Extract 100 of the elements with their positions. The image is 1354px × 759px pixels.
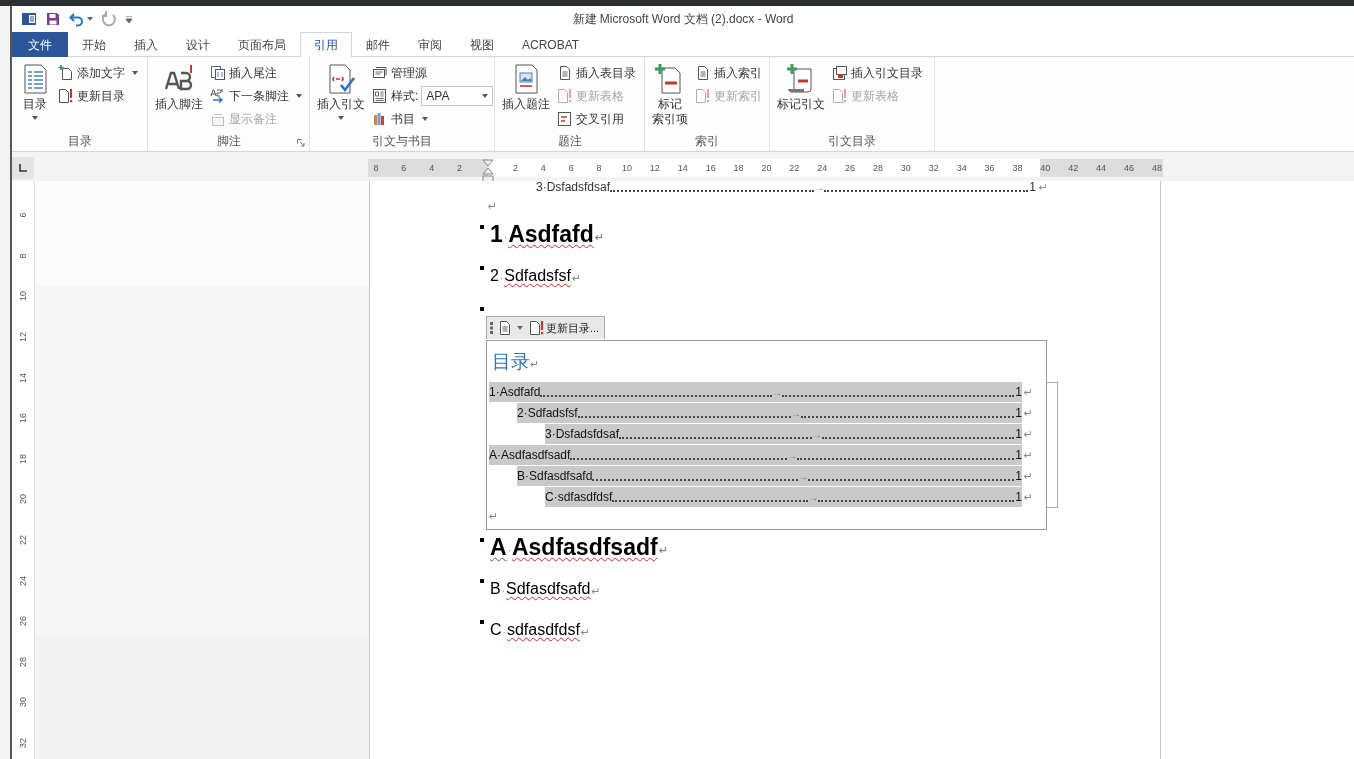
dialog-launcher-icon[interactable] <box>297 139 305 147</box>
ruler-number: 24 <box>18 575 28 586</box>
ruler-number: 40 <box>1039 163 1052 173</box>
update-toc-button[interactable]: 更新目录... <box>527 320 602 336</box>
space-mark: · <box>501 586 505 597</box>
undo-icon[interactable] <box>69 11 85 27</box>
ribbon-button[interactable]: 插入尾注 <box>208 62 304 84</box>
heading-number: 2 <box>490 266 499 286</box>
group-label: 题注 <box>557 132 582 150</box>
heading-text: Sdfasdfsafd <box>506 579 591 599</box>
ribbon-tab[interactable]: 页面布局 <box>224 32 300 57</box>
page-alert-icon <box>529 320 545 336</box>
ribbon-button[interactable]: 插入索引 <box>693 62 764 84</box>
page-number: 1 <box>1029 180 1036 194</box>
group-label: 引文目录 <box>828 132 876 150</box>
toc-entry[interactable]: 1·Asdfafd → 1 <box>489 382 1022 402</box>
toc-entry[interactable]: C·sdfasdfdsf → 1 <box>545 487 1022 507</box>
ruler-number: 26 <box>18 616 28 627</box>
group-label: 脚注 <box>216 132 241 150</box>
ribbon-tab[interactable]: 引用 <box>300 32 352 57</box>
ribbon-button[interactable]: 插入引文目录 <box>830 62 925 84</box>
style-dropdown[interactable]: APA <box>421 86 494 106</box>
pages-icon <box>372 65 388 81</box>
ribbon-button[interactable]: 添加文字 <box>56 62 140 84</box>
toc-entry[interactable]: A·Asdfasdfsadf → 1 <box>489 445 1022 465</box>
ruler-number: 12 <box>18 332 28 343</box>
ribbon-tab[interactable]: 审阅 <box>404 32 456 57</box>
tab-stop-icon[interactable] <box>19 164 27 172</box>
ribbon-button[interactable]: 插入表目录 <box>555 62 638 84</box>
ruler-number: 4 <box>428 163 436 173</box>
ruler-number: 8 <box>372 163 380 173</box>
ruler-number: 36 <box>983 163 996 173</box>
ruler-number: 30 <box>899 163 912 173</box>
ruler-number: 12 <box>648 163 661 173</box>
ruler-number: 14 <box>676 163 689 173</box>
ribbon-button[interactable]: 下一条脚注 <box>208 85 304 107</box>
page-icon[interactable] <box>497 320 513 336</box>
ruler-number: 18 <box>732 163 745 173</box>
ruler-number: 22 <box>788 163 801 173</box>
ruler-number: 16 <box>18 413 28 424</box>
ribbon-tab[interactable]: 视图 <box>456 32 508 57</box>
heading-text: Sdfadsfsf <box>504 266 571 286</box>
ribbon-big-button[interactable]: 目录 <box>16 60 54 131</box>
grip-icon[interactable] <box>490 322 493 334</box>
paragraph-mark: ↵ <box>1023 385 1033 399</box>
ribbon-big-button[interactable]: 标记引文 <box>774 60 828 131</box>
heading-number: 1 <box>490 221 503 249</box>
ribbon-tab[interactable]: 设计 <box>172 32 224 57</box>
paragraph-mark: ↵ <box>488 199 498 213</box>
ribbon-big-button[interactable]: 插入脚注 <box>152 60 206 131</box>
toc-entry[interactable]: 2·Sdfadsfsf → 1 <box>517 403 1022 423</box>
space-mark: · <box>507 545 511 556</box>
toc-entry[interactable]: 3·Dsfadsfdsaf → 1 <box>545 424 1022 444</box>
ribbon-big-button[interactable]: 插入题注 <box>499 60 553 131</box>
ruler-number: 14 <box>18 372 28 383</box>
ribbon-button[interactable]: 书目 <box>370 108 496 130</box>
ribbon-tab[interactable]: 邮件 <box>352 32 404 57</box>
ruler-number: 18 <box>18 453 28 464</box>
content-control-toolbar[interactable]: 更新目录... <box>486 316 606 339</box>
ribbon-big-button[interactable]: 插入引文 <box>314 60 368 131</box>
caret-icon <box>482 94 489 98</box>
paragraph-mark: ↵ <box>1023 406 1033 420</box>
page-alert-icon <box>695 88 711 104</box>
heading-number: B <box>490 579 501 599</box>
toc-content-control[interactable]: 目录↵ 1·Asdfafd → 1↵ 2·Sdfadsfsf → 1↵ 3·Dsfadsfdsaf → 1↵ A·Asdfasdfsadf → 1↵ B·Sdfasdfsafd → 1↵ C·sdfasdfdsf → 1↵ ↵ <box>486 340 1047 530</box>
pages-icon <box>210 65 226 81</box>
ribbon-button[interactable]: 交叉引用 <box>555 108 638 130</box>
caret-icon[interactable] <box>517 326 523 330</box>
ruler-number: 22 <box>18 535 28 546</box>
ribbon-button[interactable]: 更新目录 <box>56 85 140 107</box>
ruler-number: 34 <box>955 163 968 173</box>
ruler-number: 20 <box>18 494 28 505</box>
ribbon-button[interactable]: 管理源 <box>370 62 496 84</box>
ribbon-big-button[interactable]: 标记 索引项 <box>649 60 691 131</box>
ruler-number: 6 <box>400 163 408 173</box>
ruler-number: 2 <box>456 163 464 173</box>
group-label: 目录 <box>67 132 92 150</box>
save-icon[interactable] <box>45 11 61 27</box>
ribbon-tab[interactable]: 开始 <box>68 32 120 57</box>
ruler-number: 30 <box>18 697 28 708</box>
ribbon-tab[interactable]: 文件 <box>12 32 68 57</box>
word-app-icon[interactable] <box>21 11 37 27</box>
page-icon <box>557 65 573 81</box>
toc-entry[interactable]: B·Sdfasdfsafd → 1 <box>517 466 1022 486</box>
ribbon-tab[interactable]: 插入 <box>120 32 172 57</box>
heading-text: Asdfasdfsadf <box>511 534 658 562</box>
toc-title: 目录 <box>492 350 530 374</box>
page-alert-icon <box>832 88 848 104</box>
caret-icon[interactable] <box>87 17 93 21</box>
page-icon <box>695 65 711 81</box>
ruler-number: 26 <box>844 163 857 173</box>
ruler-number: 38 <box>1011 163 1024 173</box>
ribbon-tab[interactable]: ACROBAT <box>508 32 594 57</box>
customize-caret-icon[interactable] <box>125 15 133 23</box>
table-page-icon <box>372 88 388 104</box>
ruler-number: 48 <box>1150 163 1163 173</box>
paragraph-mark: ↵ <box>1023 448 1033 462</box>
ruler-number: 32 <box>927 163 940 173</box>
page-icon <box>557 111 573 127</box>
space-mark: · <box>502 627 506 638</box>
